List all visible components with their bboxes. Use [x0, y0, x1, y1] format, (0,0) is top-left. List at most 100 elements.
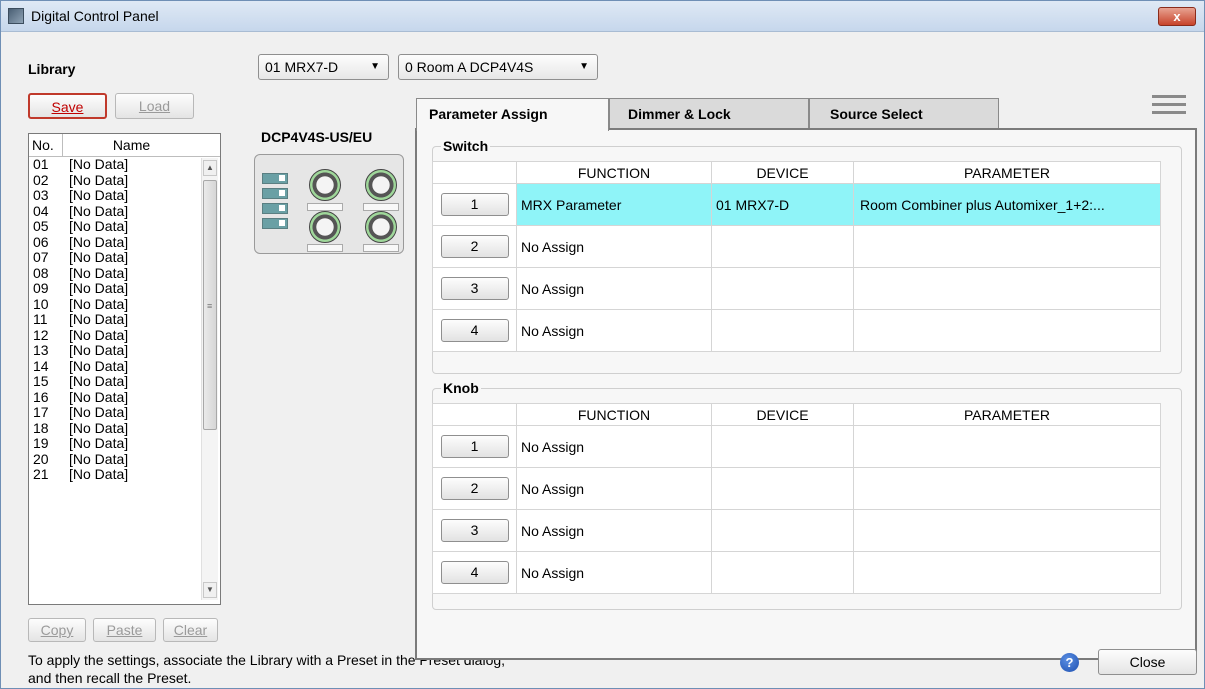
function-cell: No Assign — [516, 225, 712, 268]
library-row[interactable]: 16 [No Data] — [29, 389, 202, 406]
library-row-no: 18 — [33, 419, 49, 436]
switch-group-label: Switch — [441, 138, 491, 154]
library-row-no: 10 — [33, 295, 49, 312]
function-header: FUNCTION — [516, 161, 712, 184]
device-cell — [711, 309, 854, 352]
switch-row[interactable]: 1 MRX Parameter 01 MRX7-D Room Combiner plu… — [432, 183, 1161, 226]
knob-number-button[interactable]: 3 — [440, 519, 509, 542]
library-row[interactable]: 12 [No Data] — [29, 327, 202, 344]
library-row-name: [No Data] — [69, 280, 129, 296]
library-row[interactable]: 18 [No Data] — [29, 419, 202, 437]
library-row-no: 08 — [33, 264, 49, 281]
col-name-header: Name — [112, 137, 151, 153]
library-row[interactable]: 21 [No Data] — [29, 466, 202, 483]
parameter-cell — [853, 509, 1161, 552]
knob-number-button[interactable]: 1 — [440, 435, 509, 458]
parameter-cell — [853, 309, 1161, 352]
library-row[interactable]: 15 [No Data] — [29, 373, 202, 390]
library-row-name: [No Data] — [69, 171, 129, 188]
library-row[interactable]: 07 [No Data] — [29, 249, 202, 266]
window-close-button[interactable]: x — [1158, 7, 1196, 26]
library-row[interactable]: 04 [No Data] — [29, 203, 202, 220]
function-cell: No Assign — [516, 467, 712, 510]
library-row[interactable]: 02 [No Data] — [29, 171, 202, 189]
function-cell: MRX Parameter — [516, 183, 712, 226]
scroll-up-icon[interactable]: ▲ — [203, 160, 217, 176]
library-row-name: [No Data] — [69, 373, 129, 389]
parameter-cell — [853, 551, 1161, 594]
panel-select[interactable]: 0 Room A DCP4V4S ▼ — [398, 54, 598, 80]
device-knob-4 — [365, 211, 397, 243]
paste-button[interactable]: Paste — [93, 618, 156, 642]
library-row[interactable]: 01 [No Data] — [29, 156, 202, 173]
clear-button[interactable]: Clear — [163, 618, 218, 642]
library-row-no: 06 — [33, 233, 49, 250]
library-scrollbar[interactable]: ▲ ≡ ▼ — [201, 158, 218, 600]
library-row-no: 05 — [33, 218, 49, 234]
library-row[interactable]: 03 [No Data] — [29, 187, 202, 204]
device-select[interactable]: 01 MRX7-D ▼ — [258, 54, 389, 80]
library-row-name: [No Data] — [69, 404, 129, 420]
switch-number-button[interactable]: 2 — [440, 235, 509, 258]
library-row[interactable]: 14 [No Data] — [29, 357, 202, 375]
library-row[interactable]: 13 [No Data] — [29, 342, 202, 359]
library-row-name: [No Data] — [69, 450, 129, 467]
device-cell — [711, 225, 854, 268]
device-switch-3 — [262, 203, 288, 214]
switch-number-button[interactable]: 4 — [440, 319, 509, 342]
library-row[interactable]: 06 [No Data] — [29, 233, 202, 251]
library-row-no: 14 — [33, 357, 49, 374]
copy-button[interactable]: Copy — [28, 618, 86, 642]
knob-row[interactable]: 3 No Assign — [432, 509, 1161, 552]
library-row[interactable]: 20 [No Data] — [29, 450, 202, 468]
chevron-down-icon: ▼ — [579, 61, 589, 72]
knob-row[interactable]: 1 No Assign — [432, 425, 1161, 468]
tab-parameter-assign[interactable]: Parameter Assign — [416, 98, 609, 131]
knob-table: FUNCTION DEVICE PARAMETER 1 No Assign 2 No … — [432, 403, 1161, 594]
parameter-cell — [853, 267, 1161, 310]
scroll-thumb[interactable]: ≡ — [203, 180, 217, 430]
function-cell: No Assign — [516, 267, 712, 310]
knob-row[interactable]: 4 No Assign — [432, 551, 1161, 594]
knob-number-button[interactable]: 2 — [440, 477, 509, 500]
parameter-cell — [853, 425, 1161, 468]
hamburger-menu-icon[interactable] — [1152, 95, 1186, 119]
scroll-down-icon[interactable]: ▼ — [203, 582, 217, 598]
device-cell — [711, 509, 854, 552]
tab-source-select[interactable]: Source Select — [809, 98, 999, 129]
library-row[interactable]: 08 [No Data] — [29, 264, 202, 282]
function-cell: No Assign — [516, 551, 712, 594]
knob-number-button[interactable]: 4 — [440, 561, 509, 584]
tab-dimmer-lock[interactable]: Dimmer & Lock — [609, 98, 809, 129]
switch-row[interactable]: 2 No Assign — [432, 225, 1161, 268]
library-row[interactable]: 05 [No Data] — [29, 218, 202, 235]
save-button[interactable]: Save — [28, 93, 107, 119]
digital-control-panel-window: Digital Control Panel x Library Save Loa… — [0, 0, 1205, 689]
library-list[interactable]: No. Name 01 [No Data] 02 [No Data] 03 [No Dat… — [28, 133, 221, 605]
library-row-no: 13 — [33, 342, 49, 358]
switch-row[interactable]: 3 No Assign — [432, 267, 1161, 310]
app-icon — [8, 8, 24, 24]
library-row-name: [No Data] — [69, 466, 129, 482]
library-row[interactable]: 10 [No Data] — [29, 295, 202, 313]
parameter-cell: Room Combiner plus Automixer_1+2:... — [853, 183, 1161, 226]
library-row[interactable]: 19 [No Data] — [29, 435, 202, 452]
device-switch-4 — [262, 218, 288, 229]
library-row-name: [No Data] — [69, 218, 129, 234]
library-row-name: [No Data] — [69, 156, 129, 172]
close-button[interactable]: Close — [1098, 649, 1197, 675]
library-row[interactable]: 17 [No Data] — [29, 404, 202, 421]
knob-row[interactable]: 2 No Assign — [432, 467, 1161, 510]
library-row[interactable]: 11 [No Data] — [29, 311, 202, 328]
library-row-name: [No Data] — [69, 295, 129, 312]
switch-number-button[interactable]: 3 — [440, 277, 509, 300]
help-icon[interactable]: ? — [1060, 653, 1079, 672]
switch-row[interactable]: 4 No Assign — [432, 309, 1161, 352]
parameter-cell — [853, 467, 1161, 510]
device-switch-2 — [262, 188, 288, 199]
load-button[interactable]: Load — [115, 93, 194, 119]
library-row[interactable]: 09 [No Data] — [29, 280, 202, 297]
library-row-name: [No Data] — [69, 419, 129, 436]
title-bar: Digital Control Panel x — [1, 1, 1204, 32]
switch-number-button[interactable]: 1 — [440, 193, 509, 216]
